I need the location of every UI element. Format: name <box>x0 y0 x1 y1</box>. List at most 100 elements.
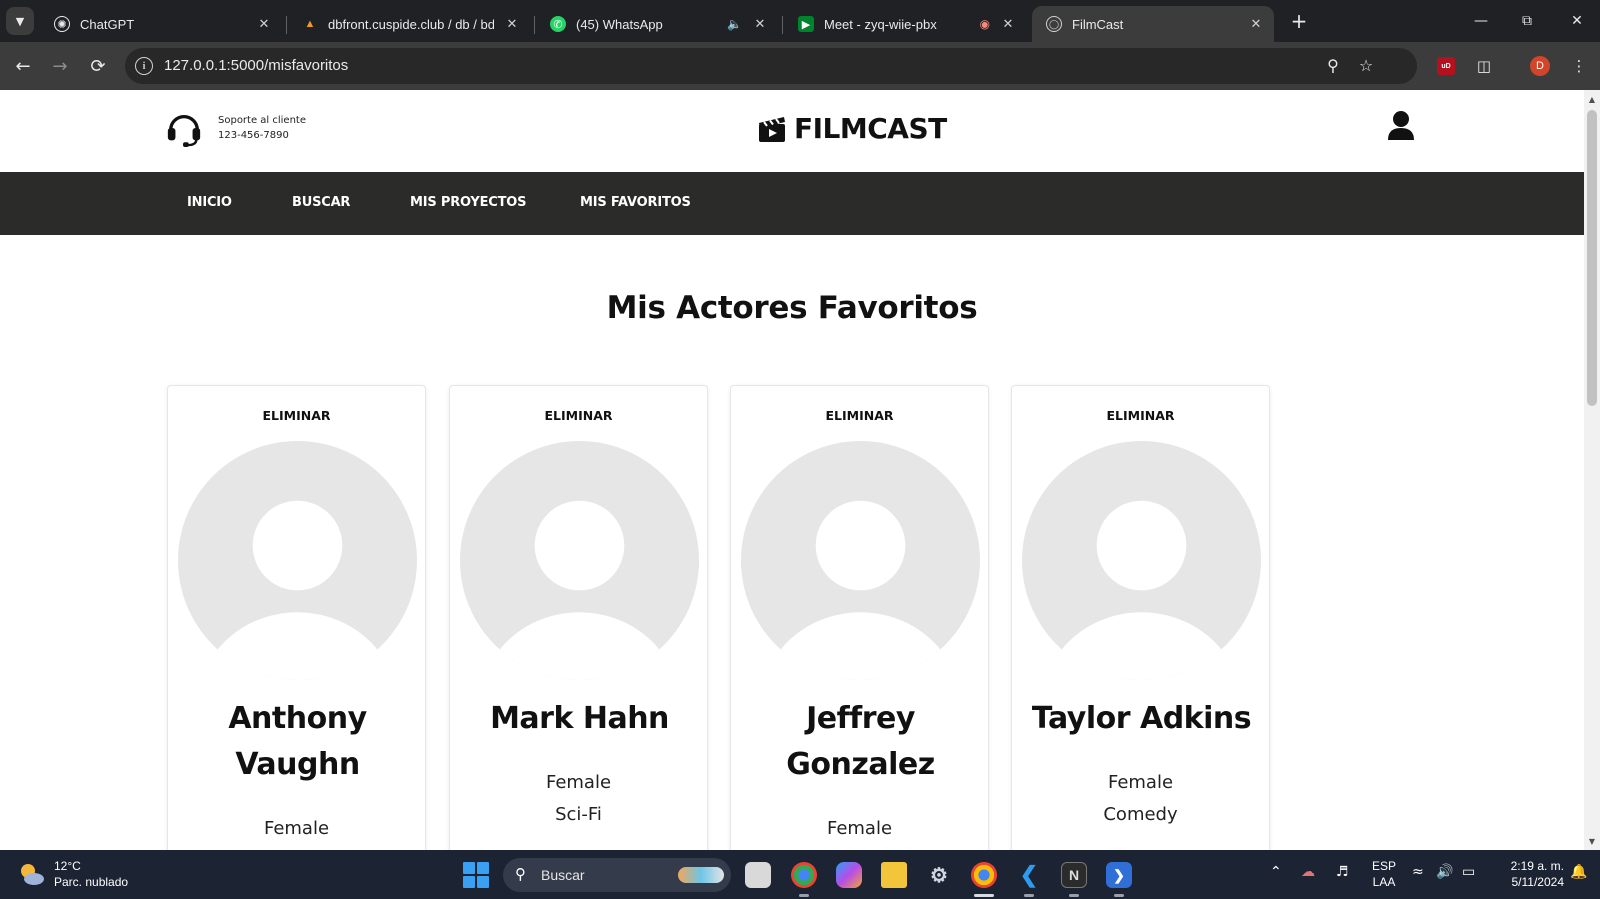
remove-favorite-button[interactable]: ELIMINAR <box>168 408 425 423</box>
actor-card: ELIMINAR Taylor Adkins Female Comedy <box>1011 385 1270 850</box>
file-explorer-icon[interactable] <box>881 862 907 888</box>
language-indicator[interactable]: ESP LAA <box>1366 858 1402 890</box>
nav-inicio[interactable]: INICIO <box>187 195 232 210</box>
clapperboard-icon <box>759 116 785 142</box>
nav-buscar[interactable]: BUSCAR <box>292 195 350 210</box>
chrome-icon[interactable] <box>791 862 817 888</box>
browser-toolbar: ← → ⟳ i 127.0.0.1:5000/misfavoritos ⚲ ☆ … <box>0 42 1600 90</box>
battery-icon[interactable]: ▭ <box>1462 864 1475 880</box>
remove-favorite-button[interactable]: ELIMINAR <box>450 408 707 423</box>
speaker-icon[interactable]: 🔈 <box>727 17 742 31</box>
vscode-icon[interactable]: ❮ <box>1016 862 1042 888</box>
headset-icon <box>167 114 201 147</box>
new-tab-button[interactable]: + <box>1286 8 1312 34</box>
site-logo[interactable]: FILMCAST <box>758 112 947 145</box>
chatgpt-icon: ✺ <box>54 16 70 32</box>
weather-temperature: 12°C <box>54 859 81 873</box>
tab-chatgpt[interactable]: ✺ ChatGPT ✕ <box>40 6 282 42</box>
ublock-extension-icon[interactable]: uD <box>1437 57 1455 75</box>
running-indicator <box>1069 894 1079 897</box>
remove-favorite-button[interactable]: ELIMINAR <box>731 408 988 423</box>
actor-card: ELIMINAR Mark Hahn Female Sci-Fi <box>449 385 708 850</box>
tab-dbfront[interactable]: ▲ dbfront.cuspide.club / db / bdd ✕ <box>288 6 530 42</box>
chrome-profile-icon[interactable] <box>971 862 997 888</box>
actor-name: Taylor Adkins <box>1031 701 1252 736</box>
close-window-button[interactable]: ✕ <box>1554 6 1600 36</box>
keyboard-layout: LAA <box>1372 875 1396 889</box>
close-icon[interactable]: ✕ <box>1000 16 1016 32</box>
page-title: Mis Actores Favoritos <box>606 290 978 326</box>
brand-name: FILMCAST <box>794 112 947 145</box>
meet-icon: ▶ <box>798 16 814 32</box>
address-bar[interactable]: i 127.0.0.1:5000/misfavoritos ⚲ ☆ <box>125 48 1417 84</box>
avatar-placeholder-icon <box>1022 441 1261 680</box>
scroll-up-arrow-icon[interactable]: ▲ <box>1584 92 1600 106</box>
nav-mis-favoritos[interactable]: MIS FAVORITOS <box>580 195 691 210</box>
close-icon[interactable]: ✕ <box>752 16 768 32</box>
tab-search-button[interactable]: ▼ <box>6 7 34 35</box>
volume-icon[interactable]: 🔊 <box>1436 864 1453 880</box>
actor-gender: Female <box>826 818 893 839</box>
avatar-placeholder-icon <box>178 441 417 680</box>
tab-filmcast[interactable]: ◯ FilmCast ✕ <box>1032 6 1274 42</box>
kebab-menu-icon[interactable]: ⋮ <box>1565 52 1593 80</box>
whatsapp-icon: ✆ <box>550 16 566 32</box>
actor-gender: Female <box>1107 772 1174 793</box>
tab-whatsapp[interactable]: ✆ (45) WhatsApp 🔈 ✕ <box>536 6 778 42</box>
tab-separator <box>286 16 287 34</box>
copilot-icon[interactable] <box>836 862 862 888</box>
chevron-up-icon[interactable]: ⌃ <box>1270 864 1282 880</box>
site-info-icon[interactable]: i <box>135 57 153 75</box>
minimize-button[interactable]: — <box>1458 6 1504 36</box>
running-indicator <box>1114 894 1124 897</box>
onedrive-error-icon[interactable]: ☁ <box>1301 864 1315 880</box>
task-view-icon[interactable] <box>745 862 771 888</box>
extensions-puzzle-icon[interactable]: ◫ <box>1470 52 1498 80</box>
tab-meet[interactable]: ▶ Meet - zyq-wiie-pbx ◉ ✕ <box>784 6 1026 42</box>
password-key-icon[interactable]: ⚲ <box>1322 56 1344 75</box>
actor-gender: Female <box>545 772 612 793</box>
weather-widget[interactable]: 12°C Parc. nublado <box>18 858 128 890</box>
reload-button[interactable]: ⟳ <box>84 52 112 80</box>
actor-card: ELIMINAR Jeffrey Gonzalez Female <box>730 385 989 850</box>
actor-name: Jeffrey Gonzalez <box>786 701 935 782</box>
close-icon[interactable]: ✕ <box>1248 16 1264 32</box>
microphone-icon[interactable]: ♬ <box>1336 864 1349 880</box>
bookmark-star-icon[interactable]: ☆ <box>1355 56 1377 75</box>
tab-separator <box>534 16 535 34</box>
tab-title: ChatGPT <box>80 16 135 32</box>
back-button[interactable]: ← <box>9 52 37 80</box>
clock[interactable]: 2:19 a. m. 5/11/2024 <box>1490 858 1564 890</box>
notifications-bell-icon[interactable]: 🔔 <box>1570 864 1587 880</box>
remove-favorite-button[interactable]: ELIMINAR <box>1012 408 1269 423</box>
support-label: Soporte al cliente <box>218 115 306 126</box>
windows-taskbar: 12°C Parc. nublado ⚲ Buscar ⚙ ❮ N ❯ ⌃ ☁ … <box>0 850 1600 899</box>
running-indicator <box>799 894 809 897</box>
profile-avatar[interactable]: D <box>1530 56 1550 76</box>
search-icon: ⚲ <box>515 865 526 883</box>
notion-icon[interactable]: N <box>1061 862 1087 888</box>
user-account-icon[interactable] <box>1386 110 1416 142</box>
wifi-icon[interactable]: ≈ <box>1412 864 1424 880</box>
tab-title: Meet - zyq-wiie-pbx <box>824 16 937 32</box>
windows-start-icon[interactable] <box>463 862 489 888</box>
url-text[interactable]: 127.0.0.1:5000/misfavoritos <box>164 57 348 74</box>
page-scrollbar[interactable]: ▲ ▼ <box>1584 90 1600 850</box>
settings-gear-icon[interactable]: ⚙ <box>926 862 952 888</box>
partly-cloudy-icon <box>21 864 44 885</box>
actor-genre: Sci-Fi <box>555 804 602 825</box>
powershell-icon[interactable]: ❯ <box>1106 862 1132 888</box>
actor-name: Anthony Vaughn <box>228 701 367 782</box>
restore-button[interactable]: ⧉ <box>1504 6 1550 36</box>
forward-button[interactable]: → <box>46 52 74 80</box>
close-icon[interactable]: ✕ <box>504 16 520 32</box>
tab-title: FilmCast <box>1072 16 1124 32</box>
close-icon[interactable]: ✕ <box>256 16 272 32</box>
main-nav: INICIO BUSCAR MIS PROYECTOS MIS FAVORITO… <box>0 172 1584 235</box>
language-code: ESP <box>1371 859 1396 873</box>
nav-mis-proyectos[interactable]: MIS PROYECTOS <box>410 195 527 210</box>
taskbar-search[interactable]: ⚲ Buscar <box>503 858 731 892</box>
scroll-down-arrow-icon[interactable]: ▼ <box>1584 834 1600 848</box>
recording-icon: ◉ <box>979 17 990 31</box>
scrollbar-thumb[interactable] <box>1587 110 1597 406</box>
